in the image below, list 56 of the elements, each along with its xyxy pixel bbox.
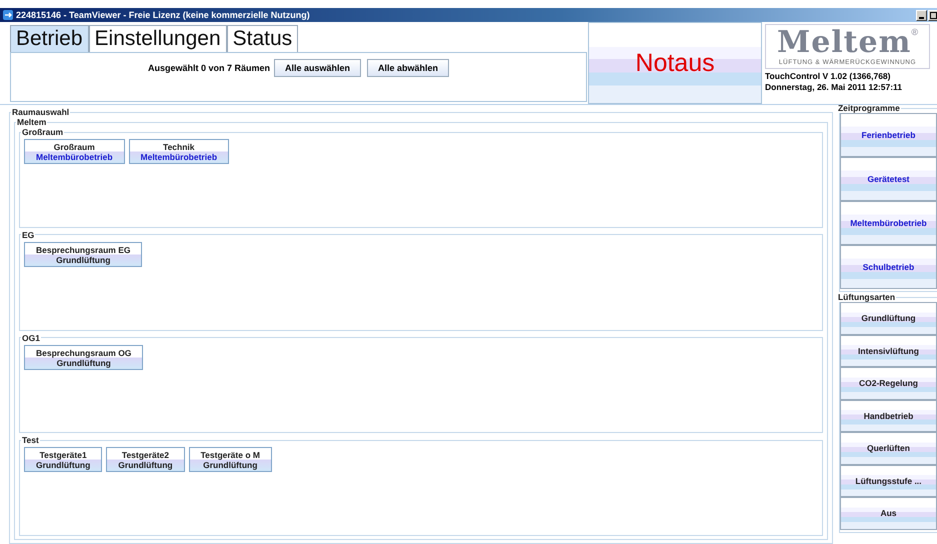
version-info: TouchControl V 1.02 (1366,768) <box>765 71 892 82</box>
emergency-stop-button[interactable]: Notaus <box>588 22 762 104</box>
app-icon <box>3 10 13 20</box>
sidebar-button[interactable]: Meltembürobetrieb <box>840 201 937 245</box>
room-name: Testgeräte1 <box>40 450 87 460</box>
room-mode: Grundlüftung <box>36 460 90 470</box>
sidebar-button[interactable]: Lüftungsstufe ... <box>840 464 937 497</box>
selection-summary: Ausgewählt 0 von 7 Räumen <box>148 63 270 73</box>
panel-title: Raumauswahl <box>11 107 70 117</box>
section-title: Lüftungsarten <box>836 292 896 302</box>
group-title: EG <box>21 230 36 240</box>
room-mode: Grundlüftung <box>56 358 111 368</box>
room-name: Testgeräte2 <box>122 450 169 460</box>
room-mode: Grundlüftung <box>56 254 110 265</box>
room-name: Großraum <box>54 142 95 152</box>
room-button[interactable]: Besprechungsraum OG Grundlüftung <box>24 344 144 370</box>
room-name: Besprechungsraum EG <box>36 244 130 255</box>
sidebar-button[interactable]: Aus <box>840 497 937 530</box>
room-button[interactable]: Testgeräte2 Grundlüftung <box>106 447 185 472</box>
room-name: Technik <box>163 142 195 152</box>
version-info: Donnerstag, 26. Mai 2011 12:57:11 <box>765 82 904 93</box>
group-title: Großraum <box>21 127 64 137</box>
room-button[interactable]: Testgeräte1 Grundlüftung <box>24 447 102 472</box>
room-button[interactable]: Besprechungsraum EG Grundlüftung <box>24 242 142 267</box>
logo-wordmark: Meltem <box>776 27 912 59</box>
site-title: Meltem <box>16 117 48 127</box>
section-title: Zeitprogramme <box>836 103 901 113</box>
maximize-button[interactable] <box>928 10 937 20</box>
sidebar-button[interactable]: Grundlüftung <box>840 302 937 334</box>
sidebar-button[interactable]: Querlüften <box>840 432 937 464</box>
sidebar-button[interactable]: Intensivlüftung <box>840 334 937 367</box>
tab[interactable]: Einstellungen <box>88 25 227 52</box>
group-title: OG1 <box>21 332 41 342</box>
room-name: Testgeräte o M <box>200 450 260 460</box>
selection-button[interactable]: Alle auswählen <box>274 59 362 77</box>
room-button[interactable]: Testgeräte o M Grundlüftung <box>188 447 272 472</box>
maximize-icon <box>930 12 937 18</box>
sidebar-button[interactable]: Handbetrieb <box>840 400 937 432</box>
room-name: Besprechungsraum OG <box>36 348 132 358</box>
window-title: 224815146 - TeamViewer - Freie Lizenz (keine kommerzielle Nutzung) <box>16 10 310 20</box>
group-title: Test <box>21 435 40 446</box>
selection-button[interactable]: Alle abwählen <box>367 59 450 77</box>
room-button[interactable]: Technik Meltembürobetrieb <box>128 139 230 164</box>
room-mode: Meltembürobetrieb <box>140 152 218 162</box>
sidebar-button[interactable]: CO2-Regelung <box>840 367 937 400</box>
sidebar-button[interactable]: Ferienbetrieb <box>840 113 937 157</box>
minimize-button[interactable] <box>916 10 927 20</box>
sidebar-button[interactable]: Gerätetest <box>840 157 937 201</box>
tab[interactable]: Status <box>226 25 298 52</box>
sidebar-button[interactable]: Schulbetrieb <box>840 245 937 289</box>
room-button[interactable]: Großraum Meltembürobetrieb <box>24 139 125 164</box>
room-mode: Grundlüftung <box>203 460 258 470</box>
room-mode: Grundlüftung <box>118 460 173 470</box>
room-mode: Meltembürobetrieb <box>36 152 113 162</box>
registered-mark: ® <box>911 27 918 37</box>
tab[interactable]: Betrieb <box>10 25 89 52</box>
